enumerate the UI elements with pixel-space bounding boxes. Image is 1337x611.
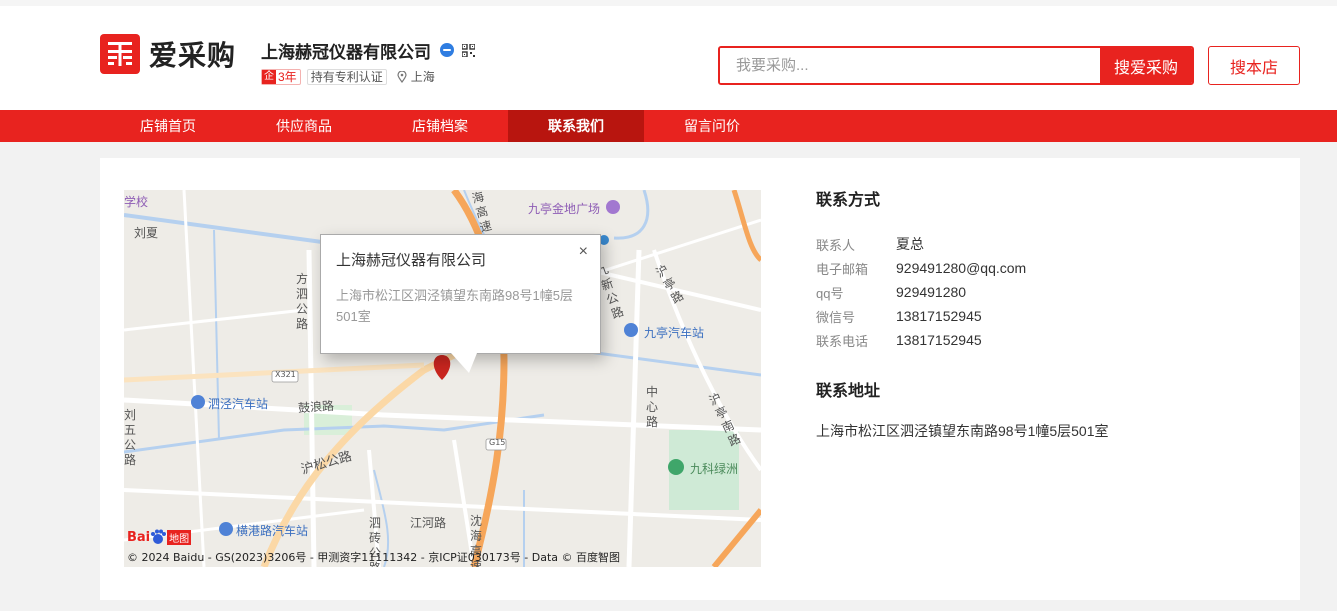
map-label-jianghe-road: 江河路 (410, 516, 447, 530)
popup-close-icon[interactable]: × (579, 243, 588, 261)
years-badge: 企 3年 (261, 68, 301, 85)
map-label-x321: X321 (275, 370, 296, 379)
baidu-map[interactable]: 学校 刘夏 九亭金地广场 九亭汽车站 泗泾汽车站 鼓浪路 沪松公路 横港路汽车站… (124, 190, 761, 567)
contact-panel: 学校 刘夏 九亭金地广场 九亭汽车站 泗泾汽车站 鼓浪路 沪松公路 横港路汽车站… (100, 158, 1300, 600)
baidu-map-logo[interactable]: Bai 地图 (127, 529, 192, 545)
location-pin-icon (397, 70, 407, 83)
nav-shop-profile[interactable]: 店铺档案 (372, 110, 508, 142)
contact-address-title: 联系地址 (816, 383, 881, 400)
nav-message[interactable]: 留言问价 (644, 110, 780, 142)
contact-row-person: 联系人 夏总 (816, 232, 1276, 256)
map-label-liuwu-road: 刘五公路 (124, 408, 137, 467)
map-label-g15: G15 (489, 438, 506, 447)
map-label-sijing-bus: 泗泾汽车站 (208, 397, 269, 411)
aicaigou-logo[interactable]: 爱采购 (100, 34, 236, 74)
contact-rows: 联系人 夏总 电子邮箱 929491280@qq.com qq号 9294912… (816, 232, 1276, 352)
search-store-button[interactable]: 搜本店 (1208, 46, 1300, 85)
baidu-logo-text: Bai (127, 529, 151, 545)
search-bar: 搜爱采购 (718, 46, 1194, 85)
map-label-liuxia: 刘夏 (134, 226, 159, 240)
shop-nav: 店铺首页 供应商品 店铺档案 联系我们 留言问价 (0, 110, 1337, 142)
contact-value[interactable]: 929491280@qq.com (896, 260, 1026, 276)
contact-info: 联系方式 联系人 夏总 电子邮箱 929491280@qq.com qq号 92… (816, 186, 1276, 441)
contact-method-title: 联系方式 (816, 192, 881, 209)
contact-value: 929491280 (896, 284, 967, 300)
map-label-jiuke-green: 九科绿洲 (690, 462, 739, 476)
contact-value: 夏总 (896, 236, 924, 252)
contact-value[interactable]: 13817152945 (896, 332, 982, 348)
map-copyright: © 2024 Baidu - GS(2023)3206号 - 甲测资字11111… (127, 551, 621, 564)
map-label-hengxiang-bus: 横港路汽车站 (236, 524, 309, 538)
patent-badge: 持有专利认证 (306, 68, 387, 85)
baidu-logo-map-text: 地图 (167, 529, 192, 545)
contact-row-wechat: 微信号 13817152945 (816, 304, 1276, 328)
map-info-popup: 上海赫冠仪器有限公司 × 上海市松江区泗泾镇望东南路98号1幢5层501室 (320, 234, 601, 373)
logo-text: 爱采购 (149, 39, 237, 72)
nav-products[interactable]: 供应商品 (236, 110, 372, 142)
map-label-gulang-road: 鼓浪路 (297, 398, 335, 416)
contact-address: 上海市松江区泗泾镇望东南路98号1幢5层501室 (816, 423, 1109, 439)
popup-pointer (451, 353, 477, 373)
map-label-jiuting-bus: 九亭汽车站 (644, 326, 705, 340)
contact-key: 联系电话 (816, 333, 869, 349)
contact-value: 13817152945 (896, 308, 982, 324)
nav-contact-us[interactable]: 联系我们 (508, 110, 644, 142)
contact-key: 微信号 (816, 309, 856, 325)
map-label-fangsi-road: 方泗公路 (296, 272, 309, 331)
baidu-paw-icon (151, 529, 167, 544)
location-text: 上海 (410, 70, 435, 84)
years-text: 3年 (278, 70, 297, 84)
map-label-jiuting-plaza: 九亭金地广场 (528, 202, 601, 216)
contact-row-phone: 联系电话 13817152945 (816, 328, 1276, 352)
nav-shop-home[interactable]: 店铺首页 (100, 110, 236, 142)
contact-key: 联系人 (816, 237, 856, 253)
aicaigou-logo-icon (100, 34, 140, 74)
search-input[interactable] (720, 48, 1100, 83)
map-label-school: 学校 (124, 195, 149, 209)
search-aicaigou-button[interactable]: 搜爱采购 (1100, 48, 1192, 83)
contact-key: 电子邮箱 (816, 261, 869, 277)
popup-address: 上海市松江区泗泾镇望东南路98号1幢5层501室 (336, 288, 573, 324)
qr-code-icon[interactable] (462, 43, 475, 57)
contact-row-email: 电子邮箱 929491280@qq.com (816, 256, 1276, 280)
contact-key: qq号 (816, 285, 844, 301)
popup-title: 上海赫冠仪器有限公司 (336, 252, 487, 269)
contact-row-qq: qq号 929491280 (816, 280, 1276, 304)
company-info: 上海赫冠仪器有限公司 企 3年 持有专利认证 上海 (261, 38, 475, 85)
map-label-zhongxin-road: 中心路 (646, 385, 659, 429)
enterprise-mark: 企 (262, 69, 276, 84)
header: 爱采购 上海赫冠仪器有限公司 企 3年 持有专利认证 上海 我要采购... 搜爱… (0, 6, 1337, 110)
location: 上海 (397, 68, 435, 85)
verified-icon (440, 43, 454, 57)
company-name[interactable]: 上海赫冠仪器有限公司 (261, 38, 431, 63)
